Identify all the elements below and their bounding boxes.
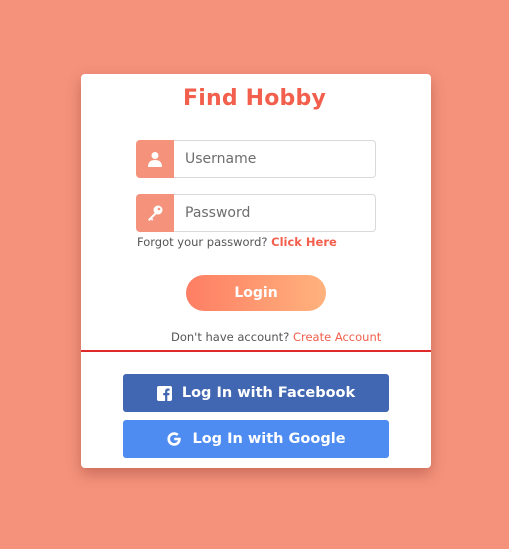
google-login-button[interactable]: Log In with Google [123, 420, 389, 458]
create-account-link[interactable]: Create Account [293, 330, 381, 344]
password-input[interactable] [174, 194, 376, 232]
forgot-password-row: Forgot your password? Click Here [137, 235, 337, 249]
signup-row: Don't have account? Create Account [171, 330, 381, 344]
divider [81, 350, 431, 352]
facebook-login-label: Log In with Facebook [181, 385, 356, 401]
user-icon [136, 140, 174, 178]
password-field-group [136, 194, 376, 232]
forgot-password-text: Forgot your password? [137, 235, 268, 249]
username-field-group [136, 140, 376, 178]
google-login-label: Log In with Google [192, 431, 346, 447]
facebook-icon [156, 385, 172, 401]
login-button[interactable]: Login [186, 275, 326, 311]
signup-text: Don't have account? [171, 330, 290, 344]
facebook-login-button[interactable]: Log In with Facebook [123, 374, 389, 412]
google-icon [166, 431, 182, 447]
app-title: Find Hobby [182, 86, 326, 111]
username-input[interactable] [174, 140, 376, 178]
forgot-password-link[interactable]: Click Here [271, 235, 337, 249]
key-icon [136, 194, 174, 232]
